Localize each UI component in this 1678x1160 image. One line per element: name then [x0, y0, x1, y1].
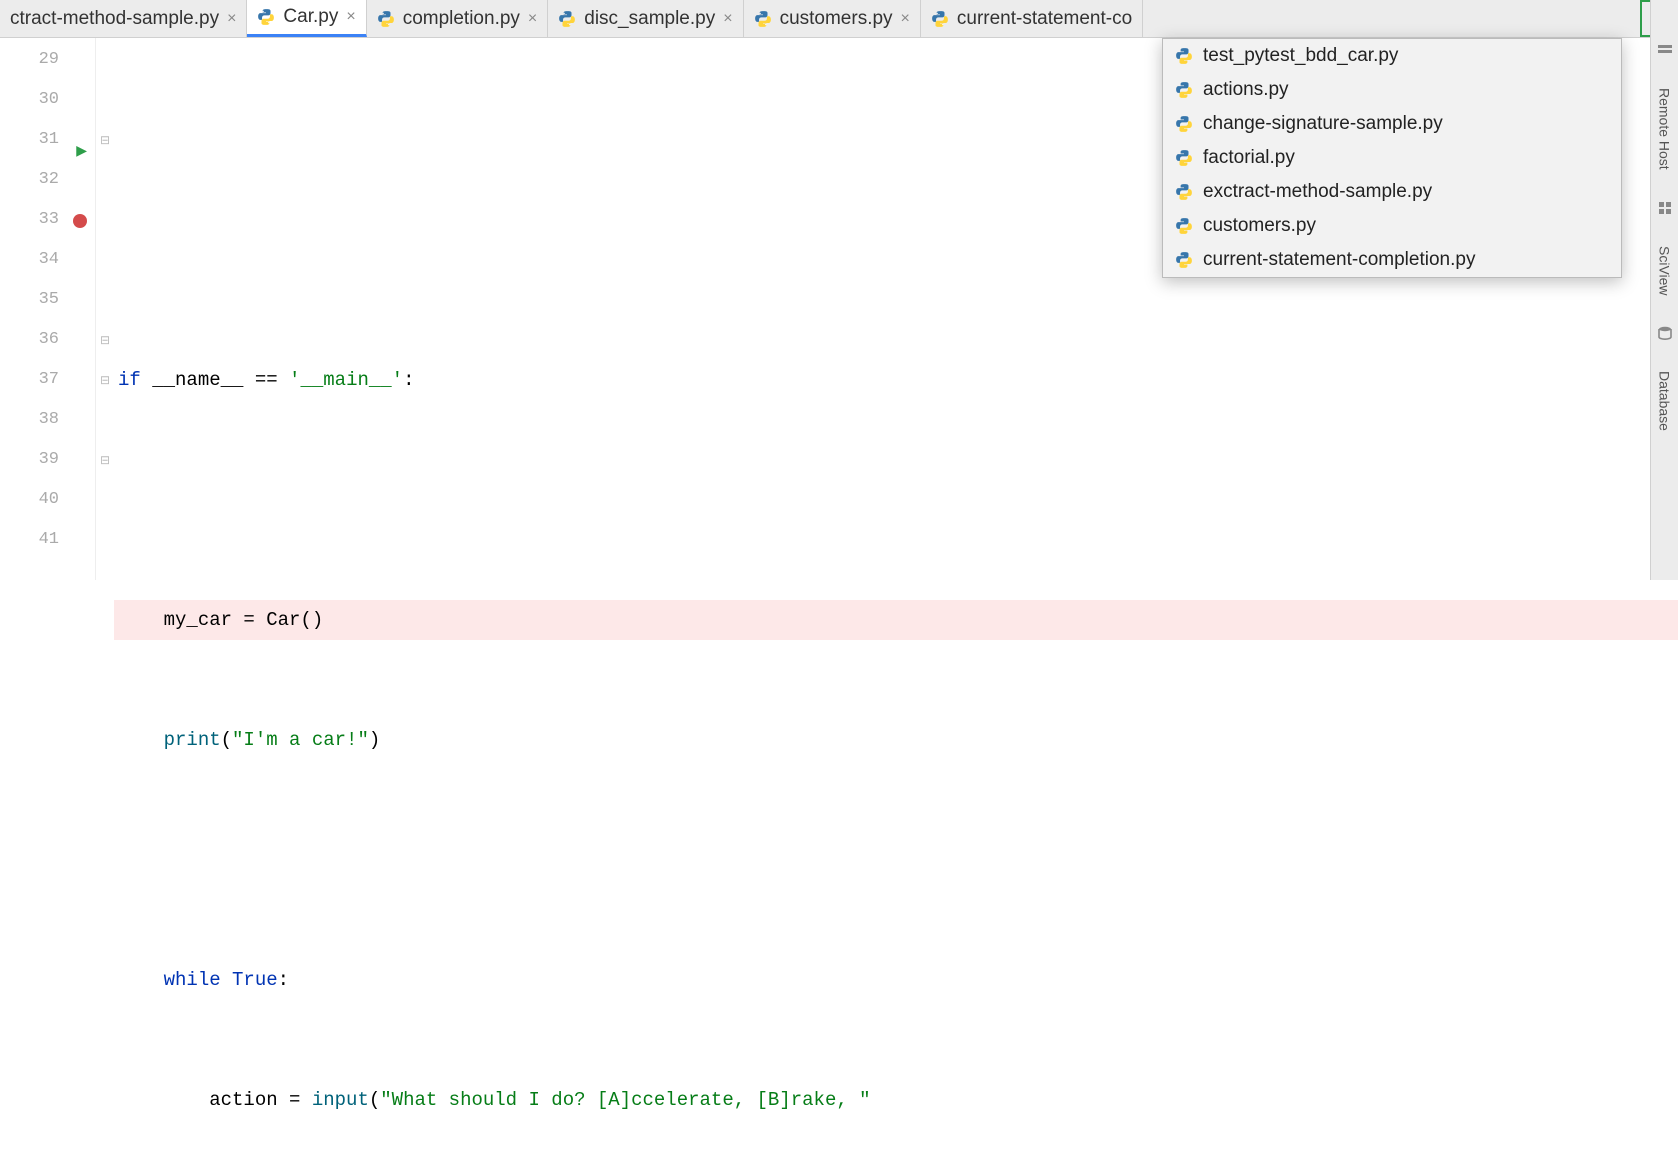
dropdown-file-label: test_pytest_bdd_car.py — [1203, 45, 1398, 67]
line-number: 33 — [0, 200, 95, 240]
dropdown-file-label: customers.py — [1203, 215, 1316, 237]
python-file-icon — [1175, 81, 1193, 99]
tab-label: completion.py — [403, 8, 520, 30]
line-number: 38 — [0, 400, 95, 440]
python-file-icon — [558, 10, 576, 28]
remote-host-icon[interactable] — [1657, 42, 1673, 58]
line-number: 29 — [0, 40, 95, 80]
fold-gutter: ⊟ ⊟ ⊟ ⊟ — [96, 38, 114, 580]
dropdown-file-item[interactable]: change-signature-sample.py — [1163, 107, 1621, 141]
dropdown-file-item[interactable]: exctract-method-sample.py — [1163, 175, 1621, 209]
python-file-icon — [931, 10, 949, 28]
line-number: 41 — [0, 520, 95, 560]
dropdown-file-item[interactable]: test_pytest_bdd_car.py — [1163, 39, 1621, 73]
close-icon[interactable]: × — [227, 10, 236, 28]
line-number: 40 — [0, 480, 95, 520]
fold-toggle-icon[interactable]: ⊟ — [96, 320, 114, 360]
line-number: 37 — [0, 360, 95, 400]
tab-overflow-dropdown: test_pytest_bdd_car.py actions.py change… — [1162, 38, 1622, 278]
tool-sciview[interactable]: SciView — [1657, 246, 1673, 296]
fold-toggle-icon[interactable]: ⊟ — [96, 440, 114, 480]
python-file-icon — [754, 10, 772, 28]
line-number: 36 — [0, 320, 95, 360]
right-tool-sidebar: Remote Host SciView Database — [1650, 0, 1678, 580]
tab-customers[interactable]: customers.py × — [744, 0, 921, 37]
line-number: 31▶ — [0, 120, 95, 160]
tab-label: Car.py — [283, 6, 338, 28]
dropdown-file-label: factorial.py — [1203, 147, 1295, 169]
python-file-icon — [1175, 217, 1193, 235]
tab-label: customers.py — [780, 8, 893, 30]
python-file-icon — [1175, 115, 1193, 133]
line-number: 35 — [0, 280, 95, 320]
close-icon[interactable]: × — [723, 10, 732, 28]
tab-extract-method[interactable]: ctract-method-sample.py × — [0, 0, 247, 37]
editor-tab-bar: ctract-method-sample.py × Car.py × compl… — [0, 0, 1678, 38]
python-file-icon — [257, 8, 275, 26]
tab-car[interactable]: Car.py × — [247, 0, 366, 37]
line-number: 32 — [0, 160, 95, 200]
python-file-icon — [1175, 47, 1193, 65]
line-number: 39 — [0, 440, 95, 480]
fold-toggle-icon[interactable]: ⊟ — [96, 120, 114, 160]
tab-completion[interactable]: completion.py × — [367, 0, 549, 37]
dropdown-file-item[interactable]: customers.py — [1163, 209, 1621, 243]
python-file-icon — [377, 10, 395, 28]
sciview-icon[interactable] — [1657, 200, 1673, 216]
dropdown-file-item[interactable]: current-statement-completion.py — [1163, 243, 1621, 277]
tab-current-statement[interactable]: current-statement-co — [921, 0, 1143, 37]
breakpoint-icon[interactable] — [73, 214, 87, 228]
dropdown-file-label: actions.py — [1203, 79, 1289, 101]
tab-label: ctract-method-sample.py — [10, 8, 219, 30]
python-file-icon — [1175, 183, 1193, 201]
tab-label: disc_sample.py — [584, 8, 715, 30]
line-number: 34 — [0, 240, 95, 280]
close-icon[interactable]: × — [528, 10, 537, 28]
python-file-icon — [1175, 251, 1193, 269]
dropdown-file-item[interactable]: actions.py — [1163, 73, 1621, 107]
database-icon[interactable] — [1657, 325, 1673, 341]
dropdown-file-label: exctract-method-sample.py — [1203, 181, 1432, 203]
tab-label: current-statement-co — [957, 8, 1132, 30]
line-number: 30 — [0, 80, 95, 120]
tool-remote-host[interactable]: Remote Host — [1657, 88, 1673, 170]
close-icon[interactable]: × — [346, 8, 355, 26]
dropdown-file-label: current-statement-completion.py — [1203, 249, 1475, 271]
python-file-icon — [1175, 149, 1193, 167]
line-number-gutter[interactable]: 29 30 31▶ 32 33 34 35 36 37 38 39 40 41 — [0, 38, 96, 580]
fold-toggle-icon[interactable]: ⊟ — [96, 360, 114, 400]
dropdown-file-item[interactable]: factorial.py — [1163, 141, 1621, 175]
close-icon[interactable]: × — [901, 10, 910, 28]
tool-database[interactable]: Database — [1657, 371, 1673, 431]
tab-disc-sample[interactable]: disc_sample.py × — [548, 0, 743, 37]
dropdown-file-label: change-signature-sample.py — [1203, 113, 1443, 135]
